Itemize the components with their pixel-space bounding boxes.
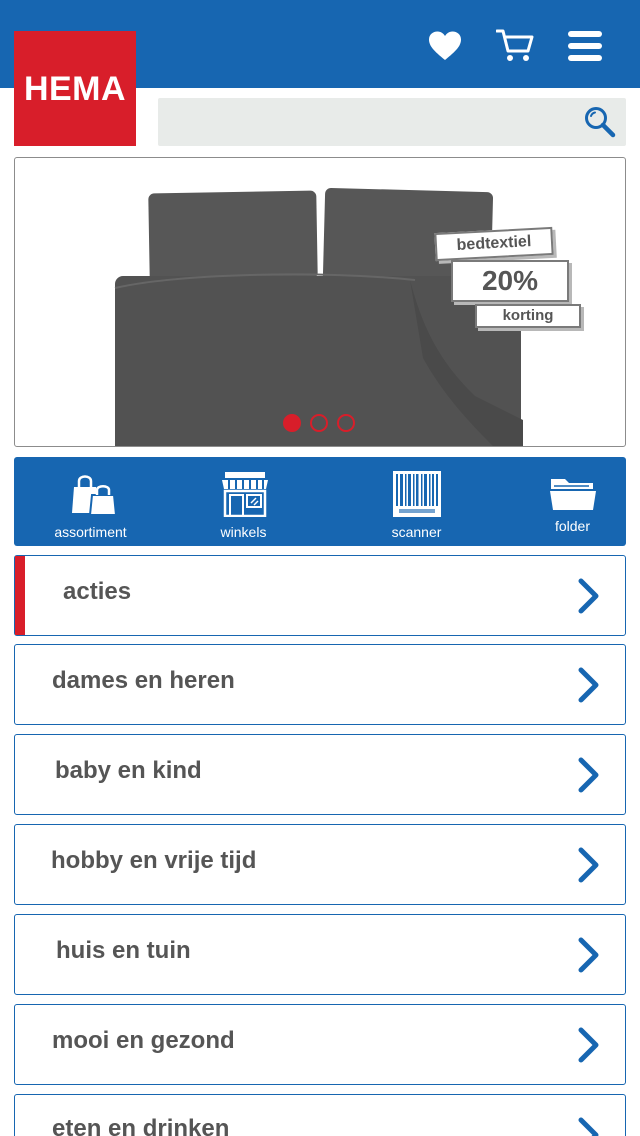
- chevron-right-icon: [578, 667, 599, 703]
- duvet-fold-image: [114, 273, 523, 446]
- favorites-button[interactable]: [410, 24, 480, 68]
- carousel-dot-1[interactable]: [283, 414, 301, 432]
- promo-tag-percent-text: 20%: [481, 265, 539, 296]
- promo-tag-percent: 20%: [451, 260, 569, 302]
- folder-icon: [549, 479, 596, 510]
- quick-nav-label: winkels: [220, 524, 267, 540]
- barcode-icon: [392, 471, 441, 517]
- chevron-right-icon: [578, 757, 599, 793]
- category-baby-en-kind[interactable]: baby en kind: [14, 734, 626, 815]
- menu-icon: [568, 31, 602, 61]
- chevron-right-icon: [578, 1027, 599, 1063]
- category-label: baby en kind: [55, 757, 202, 784]
- quick-nav-label: scanner: [391, 524, 442, 540]
- quick-nav: assortiment winkels scanner folder: [14, 457, 626, 546]
- heart-icon: [429, 31, 461, 60]
- chevron-right-icon: [578, 1117, 599, 1136]
- quick-nav-assortiment[interactable]: assortiment: [14, 457, 167, 546]
- category-huis-en-tuin[interactable]: huis en tuin: [14, 914, 626, 995]
- search-button[interactable]: [574, 98, 626, 146]
- category-acties[interactable]: acties: [14, 555, 626, 636]
- category-label: mooi en gezond: [52, 1027, 235, 1054]
- category-label: huis en tuin: [56, 937, 191, 964]
- promo-tag-discount-text: korting: [502, 307, 554, 324]
- header-actions: [410, 24, 620, 68]
- category-eten-en-drinken[interactable]: eten en drinken: [14, 1094, 626, 1136]
- shopping-bags-icon: [71, 475, 117, 516]
- promo-tag-discount: korting: [475, 304, 581, 328]
- carousel-indicators: [283, 414, 355, 432]
- cart-icon: [496, 29, 534, 61]
- category-label: acties: [63, 578, 132, 605]
- category-dames-en-heren[interactable]: dames en heren: [14, 644, 626, 725]
- quick-nav-folder[interactable]: folder: [473, 457, 626, 546]
- search-icon: [585, 107, 616, 138]
- menu-button[interactable]: [550, 24, 620, 68]
- carousel-dot-2[interactable]: [310, 414, 328, 432]
- category-label: dames en heren: [52, 667, 235, 694]
- quick-nav-label: folder: [554, 518, 591, 534]
- search-input[interactable]: [158, 98, 574, 146]
- chevron-right-icon: [578, 937, 599, 973]
- storefront-icon: [221, 472, 268, 517]
- cart-button[interactable]: [480, 24, 550, 68]
- quick-nav-winkels[interactable]: winkels: [167, 457, 320, 546]
- chevron-right-icon: [578, 847, 599, 883]
- logo-text: HEMA: [23, 70, 127, 108]
- category-label: eten en drinken: [52, 1115, 230, 1136]
- promo-banner[interactable]: bedtextiel 20% korting: [14, 157, 626, 447]
- promo-tag-category-text: bedtextiel: [456, 233, 532, 254]
- quick-nav-scanner[interactable]: scanner: [320, 457, 473, 546]
- app-screen: HEMA bedtextiel 20% korting assortiment …: [0, 0, 640, 1136]
- category-mooi-en-gezond[interactable]: mooi en gezond: [14, 1004, 626, 1085]
- highlight-accent: [15, 556, 25, 635]
- search-bar: [158, 98, 626, 146]
- category-hobby-en-vrije-tijd[interactable]: hobby en vrije tijd: [14, 824, 626, 905]
- quick-nav-label: assortiment: [54, 524, 127, 540]
- carousel-dot-3[interactable]: [337, 414, 355, 432]
- chevron-right-icon: [578, 578, 599, 614]
- category-label: hobby en vrije tijd: [51, 847, 257, 874]
- hema-logo[interactable]: HEMA: [14, 31, 136, 146]
